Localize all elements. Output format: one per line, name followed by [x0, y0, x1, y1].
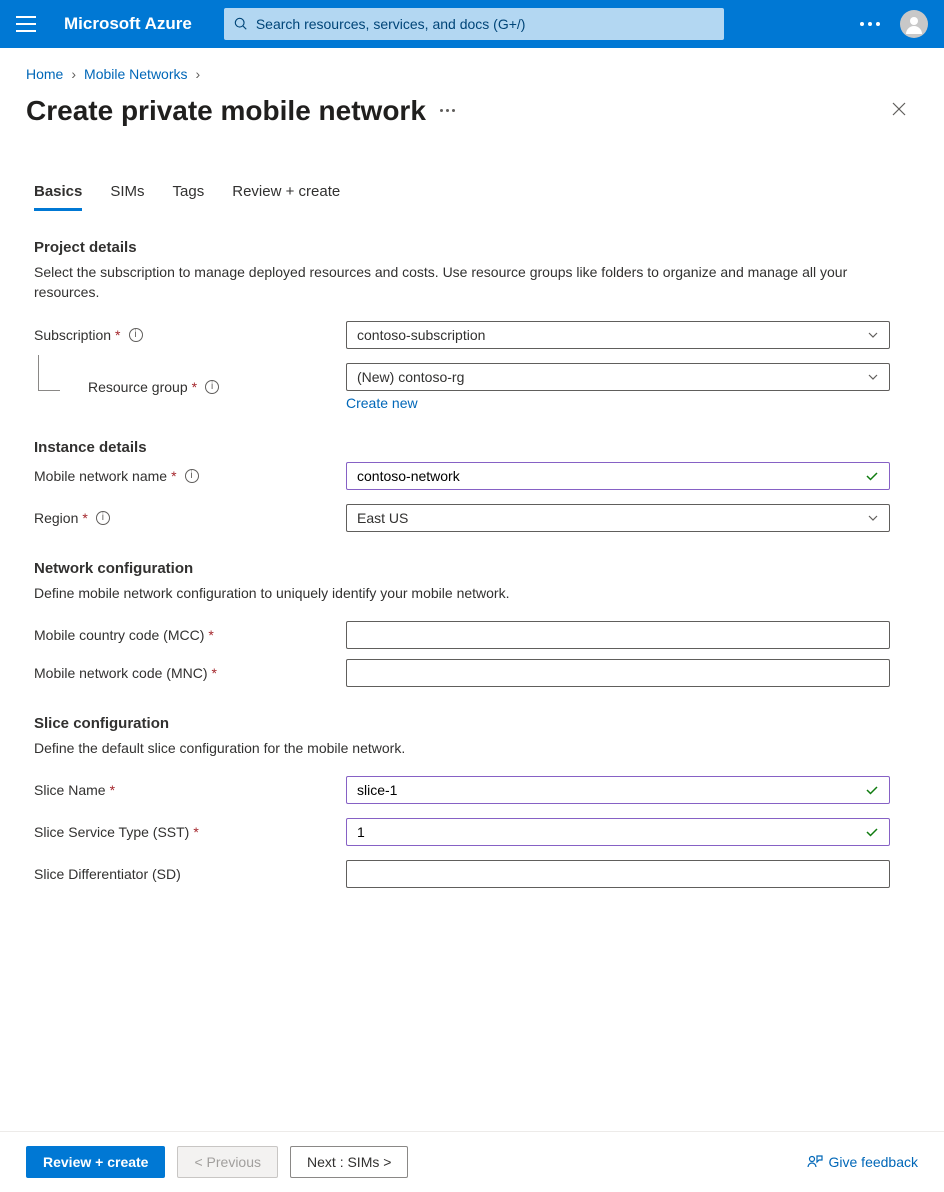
sd-input-wrap: [346, 860, 890, 888]
sst-input[interactable]: [357, 824, 865, 840]
info-icon[interactable]: i: [96, 511, 110, 525]
slice-name-label: Slice Name: [34, 782, 106, 798]
breadcrumb: Home › Mobile Networks ›: [0, 48, 944, 86]
check-icon: [865, 825, 879, 839]
sst-label: Slice Service Type (SST): [34, 824, 189, 840]
slice-name-input-wrap: [346, 776, 890, 804]
close-icon[interactable]: [884, 92, 914, 129]
chevron-down-icon: [867, 329, 879, 341]
title-row: Create private mobile network: [0, 86, 944, 131]
chevron-right-icon: ›: [71, 66, 76, 82]
user-avatar[interactable]: [900, 10, 928, 38]
resource-group-value: (New) contoso-rg: [357, 369, 464, 385]
info-icon[interactable]: i: [185, 469, 199, 483]
page-title: Create private mobile network: [26, 95, 426, 127]
required-indicator: *: [208, 627, 213, 643]
required-indicator: *: [171, 468, 176, 484]
info-icon[interactable]: i: [129, 328, 143, 342]
mcc-input-wrap: [346, 621, 890, 649]
search-icon: [234, 17, 248, 31]
footer: Review + create < Previous Next : SIMs >…: [0, 1131, 944, 1192]
network-name-label: Mobile network name: [34, 468, 167, 484]
more-menu-icon[interactable]: [860, 22, 880, 26]
give-feedback-link[interactable]: Give feedback: [807, 1154, 919, 1170]
sd-label: Slice Differentiator (SD): [34, 866, 181, 882]
section-slice-heading: Slice configuration: [34, 715, 910, 732]
subscription-select[interactable]: contoso-subscription: [346, 321, 890, 349]
top-bar: Microsoft Azure: [0, 0, 944, 48]
section-instance-heading: Instance details: [34, 439, 910, 456]
required-indicator: *: [115, 327, 120, 343]
check-icon: [865, 469, 879, 483]
required-indicator: *: [212, 665, 217, 681]
mnc-label: Mobile network code (MNC): [34, 665, 208, 681]
required-indicator: *: [192, 379, 197, 395]
subscription-value: contoso-subscription: [357, 327, 485, 343]
section-network-heading: Network configuration: [34, 560, 910, 577]
chevron-down-icon: [867, 512, 879, 524]
breadcrumb-parent[interactable]: Mobile Networks: [84, 66, 187, 82]
region-value: East US: [357, 510, 408, 526]
tabs: Basics SIMs Tags Review + create: [0, 131, 944, 211]
chevron-right-icon: ›: [196, 66, 201, 82]
global-search[interactable]: [224, 8, 724, 40]
region-select[interactable]: East US: [346, 504, 890, 532]
give-feedback-label: Give feedback: [829, 1154, 919, 1170]
form-body: Project details Select the subscription …: [0, 211, 944, 888]
resource-group-select[interactable]: (New) contoso-rg: [346, 363, 890, 391]
chevron-down-icon: [867, 371, 879, 383]
title-more-menu-icon[interactable]: [440, 109, 455, 112]
sst-input-wrap: [346, 818, 890, 846]
mcc-label: Mobile country code (MCC): [34, 627, 204, 643]
create-new-link[interactable]: Create new: [346, 395, 418, 411]
tree-connector-icon: [38, 355, 60, 391]
check-icon: [865, 783, 879, 797]
sd-input[interactable]: [357, 866, 879, 882]
breadcrumb-home[interactable]: Home: [26, 66, 63, 82]
tab-sims[interactable]: SIMs: [110, 183, 144, 211]
subscription-label: Subscription: [34, 327, 111, 343]
search-input[interactable]: [256, 16, 714, 32]
next-button[interactable]: Next : SIMs >: [290, 1146, 408, 1178]
mnc-input[interactable]: [357, 665, 879, 681]
required-indicator: *: [110, 782, 115, 798]
section-slice-desc: Define the default slice configuration f…: [34, 738, 854, 758]
previous-button[interactable]: < Previous: [177, 1146, 278, 1178]
resource-group-label: Resource group: [88, 379, 188, 395]
tab-tags[interactable]: Tags: [173, 183, 205, 211]
review-create-button[interactable]: Review + create: [26, 1146, 165, 1178]
section-project-details-heading: Project details: [34, 239, 910, 256]
mcc-input[interactable]: [357, 627, 879, 643]
network-name-input-wrap: [346, 462, 890, 490]
tab-review[interactable]: Review + create: [232, 183, 340, 211]
hamburger-menu-icon[interactable]: [16, 16, 36, 32]
required-indicator: *: [193, 824, 198, 840]
slice-name-input[interactable]: [357, 782, 865, 798]
mnc-input-wrap: [346, 659, 890, 687]
required-indicator: *: [82, 510, 87, 526]
network-name-input[interactable]: [357, 468, 865, 484]
region-label: Region: [34, 510, 78, 526]
section-network-desc: Define mobile network configuration to u…: [34, 583, 854, 603]
info-icon[interactable]: i: [205, 380, 219, 394]
brand-label[interactable]: Microsoft Azure: [64, 14, 192, 34]
feedback-icon: [807, 1154, 823, 1170]
section-project-details-desc: Select the subscription to manage deploy…: [34, 262, 854, 303]
tab-basics[interactable]: Basics: [34, 183, 82, 211]
